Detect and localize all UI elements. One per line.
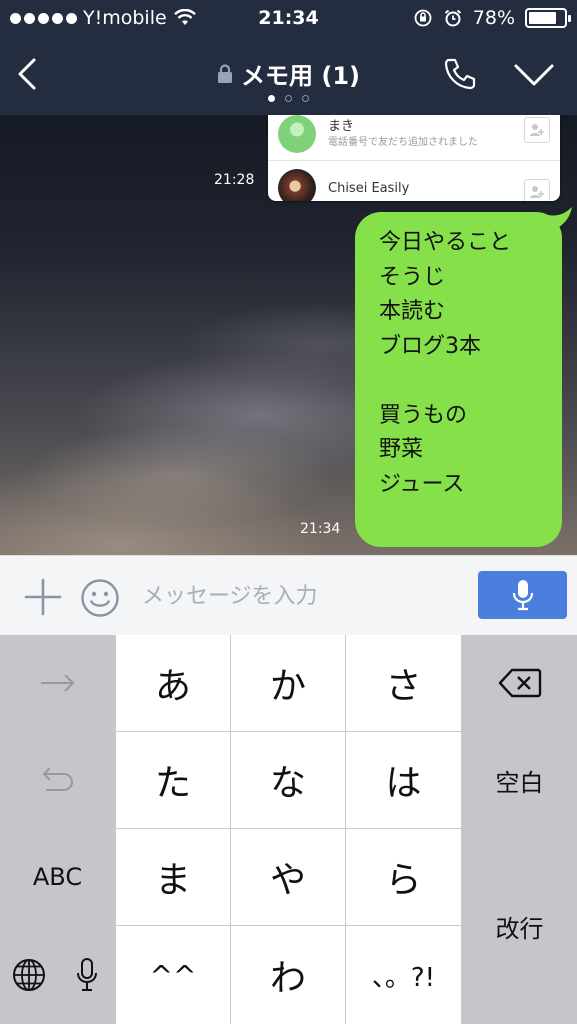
avatar <box>278 115 316 153</box>
shared-contacts-card[interactable]: まき 電話番号で友だち追加されました Chisei Easily <box>268 115 560 201</box>
key-globe[interactable] <box>0 926 57 1024</box>
key-ya[interactable]: や <box>231 829 345 925</box>
key-next-arrow[interactable] <box>0 635 115 731</box>
status-bar: Y!mobile 21:34 78% <box>0 0 577 38</box>
key-emoticon[interactable]: ^^ <box>116 926 230 1024</box>
emoji-icon[interactable] <box>80 578 120 618</box>
key-ma[interactable]: ま <box>116 829 230 925</box>
key-delete[interactable] <box>462 635 577 731</box>
chat-area[interactable]: まき 電話番号で友だち追加されました Chisei Easily 21:28 今… <box>0 115 577 555</box>
status-right: 78% <box>413 7 571 29</box>
add-friend-icon[interactable] <box>524 179 550 201</box>
battery-icon <box>525 8 571 28</box>
chevron-down-icon[interactable] <box>512 58 556 92</box>
key-space[interactable]: 空白 <box>462 732 577 828</box>
phone-icon[interactable] <box>440 54 480 94</box>
undo-icon <box>42 767 73 791</box>
plus-icon[interactable] <box>24 578 62 616</box>
message-timestamp: 21:34 <box>300 521 341 537</box>
key-ra[interactable]: ら <box>346 829 461 925</box>
keyboard: あ か さ た な は 空白 ABC ま や ら 改行 ^^ わ 、。?! <box>0 635 577 1024</box>
key-abc[interactable]: ABC <box>0 829 115 925</box>
page-dot-active <box>268 95 275 102</box>
alarm-icon <box>444 9 461 27</box>
key-undo[interactable] <box>0 732 115 828</box>
chat-title: メモ用 (1) <box>0 56 577 91</box>
globe-icon <box>12 959 45 991</box>
lock-icon <box>218 63 232 83</box>
microphone-icon <box>512 580 533 611</box>
key-ha[interactable]: は <box>346 732 461 828</box>
top-bar: Y!mobile 21:34 78% メモ用 (1) <box>0 0 577 115</box>
contact-row[interactable]: Chisei Easily <box>268 161 560 201</box>
arrow-right-icon <box>40 674 74 692</box>
key-punctuation[interactable]: 、。?! <box>346 926 461 1024</box>
message-input-bar <box>0 555 577 635</box>
key-a[interactable]: あ <box>116 635 230 731</box>
chat-title-text: メモ用 (1) <box>241 62 360 90</box>
key-na[interactable]: な <box>231 732 345 828</box>
battery-percent: 78% <box>472 7 515 29</box>
key-ka[interactable]: か <box>231 635 345 731</box>
contact-name: Chisei Easily <box>328 181 410 196</box>
message-bubble[interactable]: 今日やること そうじ 本読む ブログ3本 買うもの 野菜 ジュース <box>355 212 562 547</box>
contact-name: まき <box>328 119 355 134</box>
message-input[interactable] <box>142 578 462 616</box>
contact-row[interactable]: まき 電話番号で友だち追加されました <box>268 115 560 161</box>
orientation-lock-icon <box>414 9 432 27</box>
backspace-icon <box>498 668 541 698</box>
battery-level-fill <box>529 12 556 24</box>
message-timestamp: 21:28 <box>214 172 255 188</box>
key-wa[interactable]: わ <box>231 926 345 1024</box>
key-dictation[interactable] <box>58 926 115 1024</box>
key-return[interactable]: 改行 <box>462 829 577 1024</box>
key-ta[interactable]: た <box>116 732 230 828</box>
page-indicator <box>0 95 577 102</box>
avatar <box>278 169 316 201</box>
page-dot <box>285 95 292 102</box>
add-friend-icon[interactable] <box>524 117 550 143</box>
key-sa[interactable]: さ <box>346 635 461 731</box>
voice-input-button[interactable] <box>478 571 567 619</box>
microphone-icon <box>76 958 97 991</box>
page-dot <box>302 95 309 102</box>
contact-subtitle: 電話番号で友だち追加されました <box>328 137 478 148</box>
chat-header: メモ用 (1) <box>0 40 577 115</box>
